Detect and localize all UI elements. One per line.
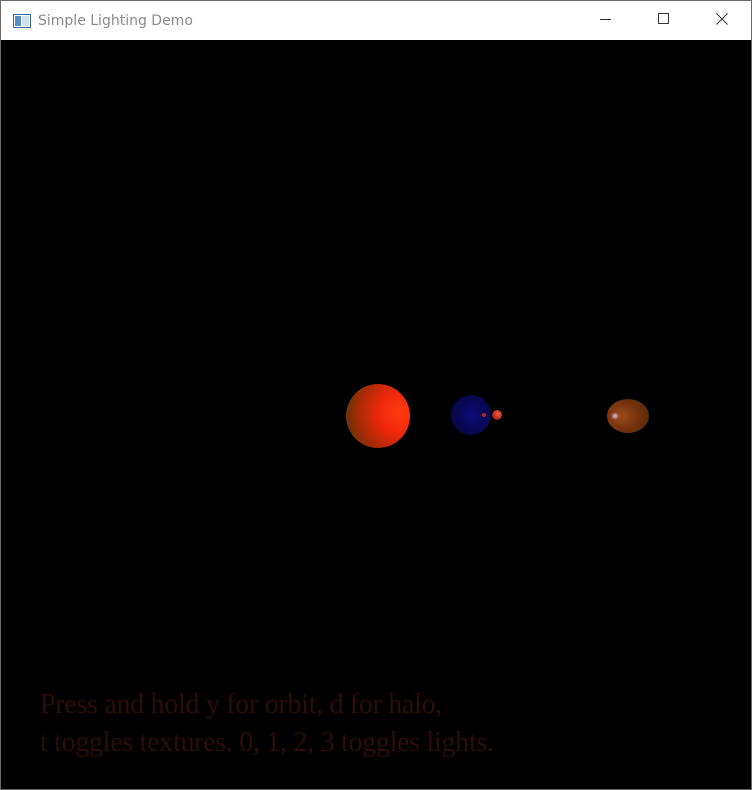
caption-buttons (577, 1, 751, 40)
render-viewport[interactable]: Press and hold y for orbit, d for halo, … (1, 40, 751, 789)
instructions-text: Press and hold y for orbit, d for halo, … (40, 686, 494, 762)
title-bar[interactable]: Simple Lighting Demo (1, 1, 751, 40)
brown-planet-highlight (611, 412, 619, 420)
red-moon-sphere (492, 410, 502, 420)
maximize-button[interactable] (635, 1, 693, 40)
blue-planet-highlight (482, 413, 486, 417)
minimize-icon (600, 12, 612, 30)
instructions-line-2: t toggles textures. 0, 1, 2, 3 toggles l… (40, 727, 494, 758)
scene-canvas (346, 384, 649, 448)
sun-sphere (346, 384, 410, 448)
app-window: Simple Lighting Demo Press and hold y fo… (0, 0, 752, 790)
window-title: Simple Lighting Demo (38, 12, 193, 29)
close-icon (716, 12, 728, 30)
window-app-icon (13, 13, 31, 28)
instructions-line-1: Press and hold y for orbit, d for halo, (40, 689, 443, 720)
minimize-button[interactable] (577, 1, 635, 40)
maximize-icon (658, 12, 670, 30)
close-button[interactable] (693, 1, 751, 40)
